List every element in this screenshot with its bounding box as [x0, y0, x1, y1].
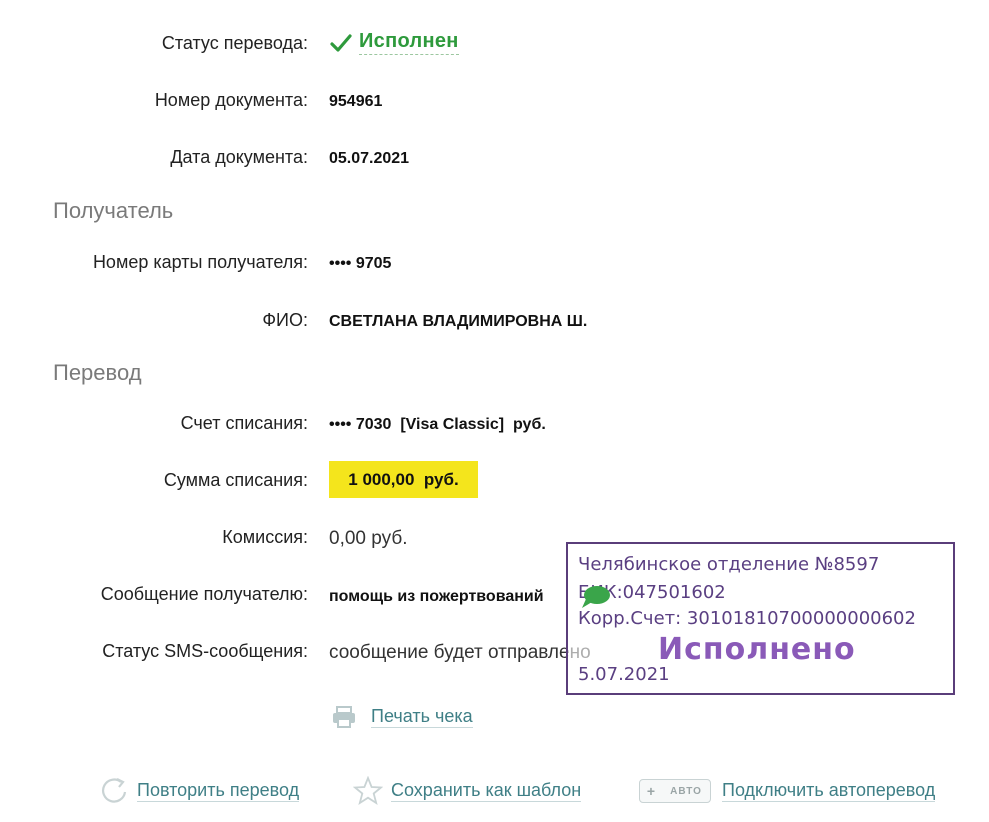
repeat-transfer-button[interactable]: Повторить перевод — [101, 776, 300, 806]
amount-label: Сумма списания: — [163, 470, 308, 490]
section-recipient: Получатель — [53, 198, 174, 223]
print-receipt-button[interactable]: Печать чека — [331, 705, 473, 729]
fee-label: Комиссия: — [222, 527, 308, 547]
doc-number-label: Номер документа: — [154, 90, 308, 110]
amount-value: 1 000,00 руб. — [329, 461, 478, 498]
save-template-label[interactable]: Сохранить как шаблон — [391, 780, 582, 802]
sms-status-label: Статус SMS-сообщения: — [102, 641, 308, 661]
repeat-transfer-label[interactable]: Повторить перевод — [137, 780, 300, 802]
transfer-status-label: Статус перевода: — [161, 33, 308, 53]
account-label: Счет списания: — [180, 413, 308, 433]
star-icon — [353, 776, 383, 806]
refresh-icon — [102, 778, 127, 803]
account-value: •••• 7030 [Visa Classic] руб. — [329, 416, 546, 433]
recipient-card-value: •••• 9705 — [329, 255, 392, 272]
section-payment: Перевод — [53, 360, 142, 385]
stamp-branch: Челябинское отделение №8597 — [578, 554, 880, 575]
print-receipt-label[interactable]: Печать чека — [371, 706, 473, 728]
auto-badge: + АВТО — [639, 779, 711, 803]
stamp-executed: Исполнено — [658, 632, 856, 667]
printer-icon — [333, 706, 355, 728]
auto-badge-label: АВТО — [670, 785, 702, 797]
recipient-name-value: СВЕТЛАНА ВЛАДИМИРОВНА Ш. — [329, 313, 588, 330]
message-value: помощь из пожертвований — [329, 588, 544, 605]
plus-icon: + — [646, 783, 656, 799]
transfer-status-value[interactable]: Исполнен — [359, 30, 459, 55]
save-template-button[interactable]: Сохранить как шаблон — [353, 776, 582, 806]
connect-autotransfer-label[interactable]: Подключить автоперевод — [722, 780, 936, 802]
doc-number-value: 954961 — [329, 93, 383, 110]
chat-bubble-icon — [582, 586, 610, 608]
doc-date-label: Дата документа: — [170, 147, 308, 167]
doc-date-value: 05.07.2021 — [329, 150, 410, 167]
recipient-card-label: Номер карты получателя: — [92, 252, 308, 272]
stamp-corr-account: Корр.Счет: 30101810700000000602 — [578, 608, 916, 629]
fee-value: 0,00 руб. — [329, 528, 408, 549]
message-label: Сообщение получателю: — [100, 584, 308, 604]
checkmark-icon — [330, 33, 352, 52]
connect-autotransfer-button[interactable]: + АВТО Подключить автоперевод — [639, 779, 936, 803]
transfer-status: Исполнен — [329, 30, 459, 55]
sms-status-value: сообщение будет отправлено — [329, 642, 591, 663]
stamp-date: 5.07.2021 — [578, 664, 670, 685]
bank-stamp: Челябинское отделение №8597 БИК:04750160… — [566, 542, 955, 695]
recipient-name-label: ФИО: — [262, 310, 308, 330]
